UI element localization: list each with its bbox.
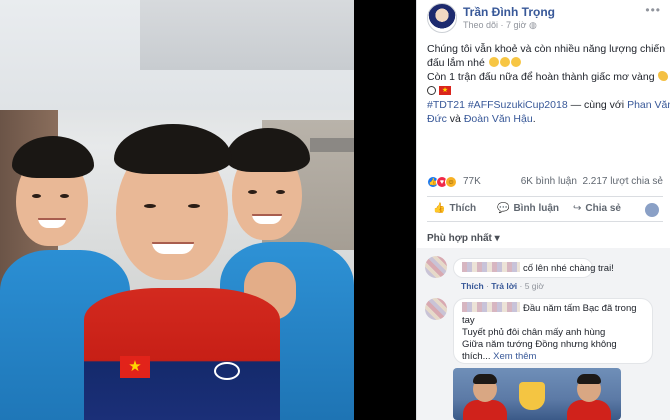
post-header: Trần Đình Trọng Theo dõi · 7 giờ ◍ ••• (417, 0, 670, 36)
post-time[interactable]: 7 giờ (506, 20, 526, 30)
reactions-bar: 👍 ♥ ☺ 77K 6K bình luận 2.217 lượt chia s… (427, 174, 663, 192)
comment-bubble: cố lên nhé chàng trai! (453, 258, 614, 278)
haha-reaction-icon: ☺ (445, 176, 457, 188)
share-count[interactable]: 2.217 lượt chia sẻ (582, 176, 663, 187)
sort-label: Phù hợp nhất (427, 233, 492, 244)
soccer-ball-icon (427, 86, 436, 95)
emoji-icon (499, 57, 510, 67)
tagged-friend-2[interactable]: Đoàn Văn Hậu (464, 113, 533, 125)
comment-icon: 💬 (497, 203, 510, 214)
commenter-name-blurred[interactable] (462, 262, 520, 272)
comment-line-5: thích... Xem thêm (462, 351, 644, 363)
share-label: Chia sẻ (585, 203, 621, 214)
post-photo[interactable]: ★ (0, 0, 354, 420)
comment-line-2: tay (462, 315, 475, 326)
team-crest-icon (519, 382, 545, 410)
comment-reply-link[interactable]: Trả lời (491, 281, 517, 291)
thumb-player-left (461, 370, 509, 420)
jersey-flag: ★ (120, 356, 150, 378)
post-line-3: Còn 1 trận đấu nữa để hoàn thành giấc mơ… (427, 70, 668, 84)
comment-time[interactable]: 5 giờ (525, 281, 544, 291)
jersey-logo (214, 362, 240, 380)
post-panel: Trần Đình Trọng Theo dõi · 7 giờ ◍ ••• C… (416, 0, 670, 420)
post-meta: Theo dõi · 7 giờ ◍ (463, 20, 537, 31)
comment-share-counts: 6K bình luận 2.217 lượt chia sẻ (521, 176, 663, 187)
emoji-icon (488, 57, 499, 67)
muscle-emoji-icon (657, 71, 668, 81)
comment-button[interactable]: 💬 Bình luận (497, 203, 559, 214)
post-line-1: Chúng tôi vẫn khoẻ và còn nhiều năng lượ… (427, 43, 666, 55)
commenter-avatar[interactable] (425, 298, 447, 320)
comment-sort-dropdown[interactable]: Phù hợp nhất ▾ (427, 233, 500, 244)
comment-like-link[interactable]: Thích (461, 281, 484, 291)
more-options-icon[interactable]: ••• (645, 3, 661, 17)
reaction-count[interactable]: 77K (463, 176, 481, 187)
comment-line-3: Tuyết phủ đôi chân mấy anh hùng (462, 327, 606, 338)
share-icon: ↪ (573, 203, 582, 214)
post-line-5: #TDT21 #AFFSuzukiCup2018 — cùng với Phan… (427, 98, 670, 112)
post-line-2: đấu lắm nhé (427, 56, 663, 70)
comment-bubble: Đầu năm tấm Bạc đã trong tay Tuyết phủ đ… (453, 298, 653, 364)
with-text: — cùng với (567, 99, 628, 111)
tagged-friend-1-cont[interactable]: Đức (427, 113, 447, 125)
tagged-friend-1[interactable]: Phan Văn (627, 99, 670, 111)
thumb-player-right (565, 370, 613, 420)
post-line-6: Đức và Đoàn Văn Hậu. (427, 112, 663, 126)
like-button[interactable]: 👍 Thích (433, 203, 476, 214)
author-avatar[interactable] (427, 3, 457, 33)
comment-line-5-text: thích... (462, 351, 491, 362)
comment-actions: Thích · Trả lời · 5 giờ (461, 281, 544, 291)
chevron-down-icon: ▾ (494, 233, 500, 244)
comment-line-1: Đầu năm tấm Bạc đã trong (462, 302, 644, 315)
commenter-name-blurred[interactable] (462, 302, 520, 312)
post-text: Chúng tôi vẫn khoẻ và còn nhiều năng lượ… (427, 42, 670, 126)
vietnam-flag-icon (438, 84, 451, 98)
globe-icon: ◍ (528, 20, 537, 30)
hashtags-link[interactable]: #TDT21 #AFFSuzukiCup2018 (427, 99, 568, 111)
author-name[interactable]: Trần Đình Trọng (463, 5, 555, 19)
follow-link[interactable]: Theo dõi (463, 20, 498, 30)
photo-beam (140, 0, 354, 70)
share-button[interactable]: ↪ Chia sẻ (573, 203, 621, 214)
post-line-2-text: đấu lắm nhé (427, 57, 485, 69)
action-bar: 👍 Thích 💬 Bình luận ↪ Chia sẻ (427, 196, 663, 222)
comment-attached-image[interactable] (453, 368, 621, 420)
comment-count[interactable]: 6K bình luận (521, 176, 577, 187)
emoji-icon (510, 57, 521, 67)
thumbs-up-icon: 👍 (433, 203, 446, 214)
comment-label: Bình luận (513, 203, 560, 214)
post-line-3-text: Còn 1 trận đấu nữa để hoàn thành giấc mơ… (427, 71, 655, 83)
like-label: Thích (449, 203, 477, 214)
see-more-link[interactable]: Xem thêm (493, 351, 536, 362)
player-center: ★ (84, 118, 280, 420)
period-text: . (532, 113, 536, 125)
commenter-avatar[interactable] (425, 256, 447, 278)
post-line-4 (427, 84, 663, 98)
comment-line-4: Giữa năm tướng Đồng nhưng không (462, 339, 617, 350)
viewer-avatar[interactable] (645, 203, 659, 217)
and-text: và (446, 113, 464, 125)
comment-text: cố lên nhé chàng trai! (523, 263, 614, 274)
comment-line-1-text: Đầu năm tấm Bạc đã trong (523, 303, 637, 314)
